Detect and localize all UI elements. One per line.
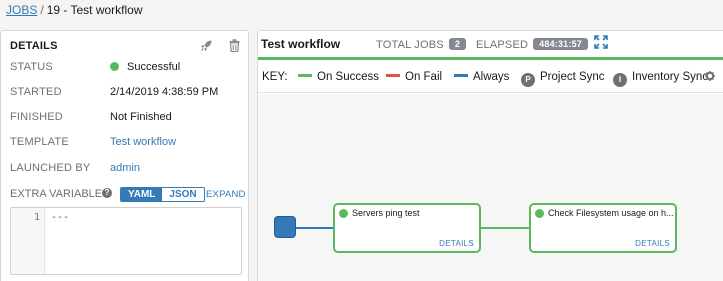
relaunch-icon[interactable] (200, 39, 213, 55)
workflow-title: Test workflow (261, 37, 341, 51)
connector-success (480, 227, 530, 229)
status-value: Successful (110, 61, 180, 73)
fullscreen-icon[interactable] (594, 35, 608, 49)
extra-variables-label: EXTRA VARIABLES (10, 188, 110, 200)
started-row: STARTED 2/14/2019 4:38:59 PM (10, 86, 242, 102)
help-icon[interactable]: ? (102, 188, 112, 198)
finished-value: Not Finished (110, 111, 172, 123)
node-name: Check Filesystem usage on h... (548, 208, 673, 218)
template-row: TEMPLATE Test workflow (10, 136, 242, 152)
breadcrumb-separator: / (40, 3, 44, 17)
workflow-graph-panel: Test workflow TOTAL JOBS 2 ELAPSED 484:31:… (257, 30, 723, 281)
node-details-link[interactable]: DETAILS (635, 239, 670, 248)
inventory-sync-icon: I (613, 73, 627, 87)
started-label: STARTED (10, 86, 62, 98)
workflow-node[interactable]: Check Filesystem usage on h... DETAILS (529, 203, 677, 253)
line-number: 1 (11, 208, 45, 274)
template-link[interactable]: Test workflow (110, 136, 176, 148)
node-success-icon (339, 209, 348, 218)
total-jobs-label: TOTAL JOBS (376, 39, 444, 51)
details-panel: DETAILS STATUS Successful STARTED 2/14/2… (0, 30, 249, 281)
details-title: DETAILS (10, 40, 58, 52)
breadcrumb-current: 19 - Test workflow (46, 3, 143, 17)
status-label: STATUS (10, 61, 53, 73)
legend-on-fail: On Fail (386, 71, 442, 83)
gear-icon[interactable] (705, 71, 715, 84)
json-toggle-button[interactable]: JSON (162, 188, 204, 201)
fail-line-icon (386, 74, 400, 77)
status-success-icon (110, 62, 119, 71)
total-jobs: TOTAL JOBS 2 (376, 38, 467, 51)
editor-code[interactable]: --- (51, 212, 69, 223)
project-sync-icon: P (521, 73, 535, 87)
legend: KEY: On Success On Fail Always P Project … (258, 67, 723, 93)
breadcrumb-jobs-link[interactable]: JOBS (6, 3, 37, 17)
legend-inventory-sync: I Inventory Sync (613, 71, 708, 87)
expand-button[interactable]: EXPAND (206, 189, 246, 200)
legend-always: Always (454, 71, 509, 83)
finished-row: FINISHED Not Finished (10, 111, 242, 127)
legend-on-success: On Success (298, 71, 379, 83)
progress-bar (258, 57, 723, 60)
delete-icon[interactable] (229, 39, 240, 55)
extra-variables-row: EXTRA VARIABLES ? YAML JSON EXPAND (10, 187, 245, 203)
started-value: 2/14/2019 4:38:59 PM (110, 86, 219, 98)
connector-start (296, 227, 335, 229)
template-label: TEMPLATE (10, 136, 69, 148)
format-toggle: YAML JSON (120, 187, 205, 202)
yaml-toggle-button[interactable]: YAML (121, 188, 163, 201)
start-node[interactable] (274, 216, 296, 238)
legend-label: KEY: (262, 71, 288, 83)
node-success-icon (535, 209, 544, 218)
status-row: STATUS Successful (10, 61, 242, 77)
launched-by-row: LAUNCHED BY admin (10, 162, 242, 178)
node-name: Servers ping test (352, 208, 420, 218)
launched-by-label: LAUNCHED BY (10, 162, 91, 174)
workflow-node[interactable]: Servers ping test DETAILS (333, 203, 481, 253)
elapsed-label: ELAPSED (476, 39, 529, 51)
elapsed: ELAPSED 484:31:57 (476, 38, 588, 51)
always-line-icon (454, 74, 468, 77)
legend-project-sync: P Project Sync (521, 71, 605, 87)
success-line-icon (298, 74, 312, 77)
node-details-link[interactable]: DETAILS (439, 239, 474, 248)
total-jobs-badge: 2 (448, 38, 467, 50)
breadcrumb: JOBS/19 - Test workflow (6, 3, 143, 17)
finished-label: FINISHED (10, 111, 63, 123)
elapsed-badge: 484:31:57 (533, 38, 588, 50)
extra-variables-editor[interactable]: 1 --- (10, 207, 242, 275)
launched-by-link[interactable]: admin (110, 162, 140, 174)
